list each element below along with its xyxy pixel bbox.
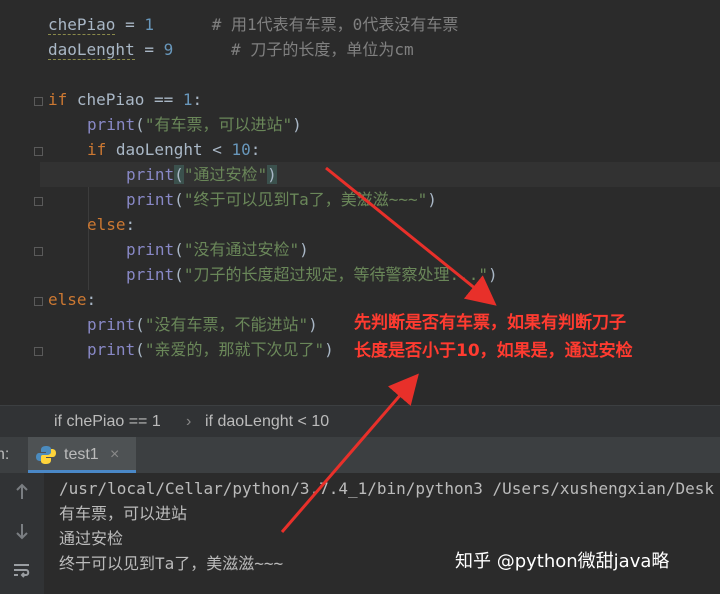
arrow-from-output (280, 373, 419, 533)
annotation-arrows (280, 166, 497, 533)
arrow-to-annotation (325, 166, 497, 306)
